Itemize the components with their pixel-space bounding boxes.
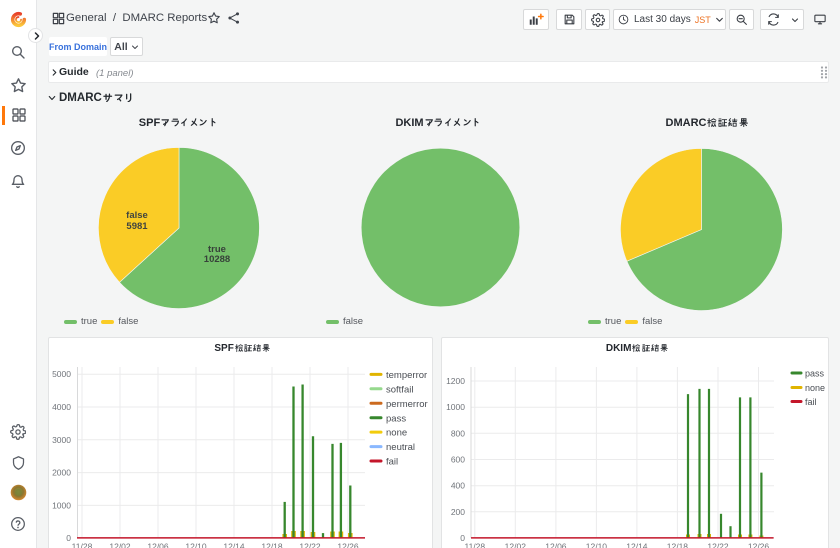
- svg-text:1200: 1200: [446, 376, 465, 386]
- svg-text:1000: 1000: [52, 500, 71, 510]
- svg-text:12/10: 12/10: [586, 542, 608, 548]
- svg-text:4000: 4000: [52, 402, 71, 412]
- svg-text:pass: pass: [386, 413, 406, 424]
- svg-text:0: 0: [66, 533, 71, 543]
- svg-text:none: none: [386, 428, 407, 439]
- svg-text:11/28: 11/28: [72, 542, 93, 548]
- svg-text:softfail: softfail: [386, 384, 413, 395]
- svg-text:12/10: 12/10: [185, 542, 207, 548]
- svg-text:pass: pass: [805, 369, 825, 379]
- svg-text:fail: fail: [386, 457, 398, 468]
- svg-text:temperror: temperror: [386, 370, 427, 381]
- svg-text:12/06: 12/06: [545, 542, 567, 548]
- svg-text:12/14: 12/14: [626, 542, 648, 548]
- svg-text:permerror: permerror: [386, 399, 428, 410]
- svg-text:1000: 1000: [446, 402, 465, 412]
- svg-text:12/02: 12/02: [505, 542, 527, 548]
- svg-text:fail: fail: [805, 397, 817, 407]
- svg-text:12/18: 12/18: [261, 542, 283, 548]
- svg-text:12/02: 12/02: [109, 542, 131, 548]
- svg-text:12/22: 12/22: [299, 542, 321, 548]
- svg-text:12/26: 12/26: [748, 542, 770, 548]
- svg-text:12/18: 12/18: [667, 542, 689, 548]
- svg-text:200: 200: [451, 507, 465, 517]
- svg-text:800: 800: [451, 428, 465, 438]
- svg-text:12/22: 12/22: [707, 542, 729, 548]
- svg-text:5000: 5000: [52, 369, 71, 379]
- svg-text:400: 400: [451, 481, 465, 491]
- svg-text:3000: 3000: [52, 435, 71, 445]
- svg-text:12/14: 12/14: [223, 542, 245, 548]
- svg-text:12/26: 12/26: [337, 542, 359, 548]
- svg-text:11/28: 11/28: [464, 542, 485, 548]
- svg-text:2000: 2000: [52, 468, 71, 478]
- svg-text:neutral: neutral: [386, 442, 415, 453]
- svg-text:none: none: [805, 383, 825, 393]
- svg-text:12/06: 12/06: [147, 542, 169, 548]
- svg-text:600: 600: [451, 455, 465, 465]
